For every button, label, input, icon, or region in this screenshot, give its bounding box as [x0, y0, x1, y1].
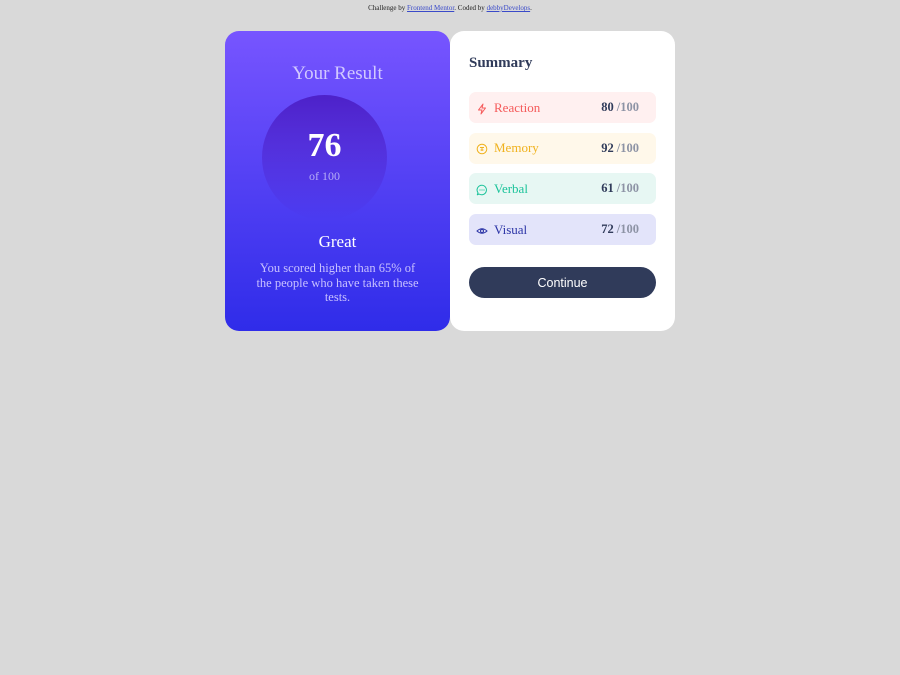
result-title: Your Result — [292, 63, 383, 84]
attribution: Challenge by Frontend Mentor. Coded by d… — [0, 4, 900, 12]
chat-bubble-icon — [476, 183, 488, 196]
frontend-mentor-link[interactable]: Frontend Mentor — [407, 4, 454, 12]
brain-icon — [476, 142, 488, 155]
summary-item-max: /100 — [616, 222, 639, 237]
score-of-label: of 100 — [309, 169, 340, 183]
summary-item-score: 92 — [601, 140, 614, 155]
summary-item-label: Verbal — [494, 180, 528, 196]
summary-item-visual: Visual 72 /100 — [469, 214, 656, 246]
summary-item-score: 61 — [601, 181, 614, 196]
summary-item-max: /100 — [616, 140, 639, 155]
eye-icon — [476, 224, 488, 236]
summary-panel: Summary Reaction 80 /100 Memory 92 /100 — [450, 31, 675, 331]
summary-item-reaction: Reaction 80 /100 — [469, 92, 656, 123]
summary-item-max: /100 — [616, 181, 639, 196]
summary-item-label: Memory — [494, 140, 539, 156]
summary-title: Summary — [469, 55, 533, 71]
author-link[interactable]: debbyDevelops — [487, 4, 531, 12]
grade-label: Great — [318, 232, 357, 251]
summary-list: Reaction 80 /100 Memory 92 /100 Verbal 6… — [469, 92, 656, 255]
score-value: 76 — [307, 127, 342, 164]
summary-item-score: 80 — [601, 100, 614, 114]
result-panel: Your Result 76 of 100 Great You scored h… — [225, 31, 450, 331]
summary-item-label: Reaction — [494, 99, 541, 115]
result-description: You scored higher than 65% of the people… — [256, 261, 419, 304]
lightning-icon — [476, 102, 488, 114]
continue-button[interactable]: Continue — [469, 267, 656, 298]
attribution-prefix: Challenge by — [368, 4, 408, 12]
summary-item-score: 72 — [601, 222, 614, 237]
attribution-middle: . Coded by — [454, 4, 487, 12]
results-card: Your Result 76 of 100 Great You scored h… — [225, 31, 675, 331]
summary-item-memory: Memory 92 /100 — [469, 132, 656, 164]
summary-item-verbal: Verbal 61 /100 — [469, 173, 656, 205]
score-circle: 76 of 100 — [262, 95, 387, 220]
attribution-suffix: . — [530, 4, 532, 12]
summary-item-label: Visual — [494, 221, 528, 237]
summary-item-max: /100 — [616, 100, 639, 114]
